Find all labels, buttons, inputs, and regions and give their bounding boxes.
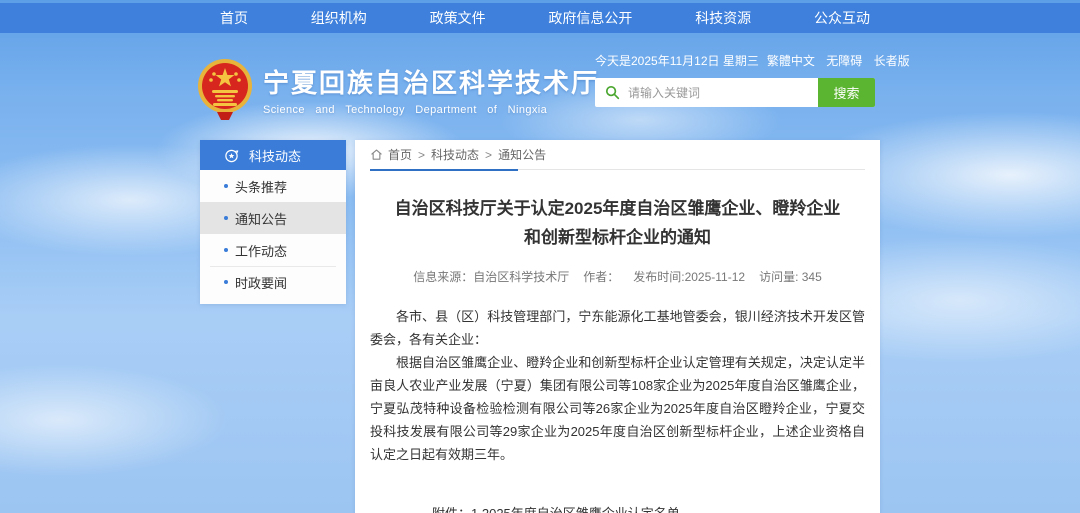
nav-item-public-interaction[interactable]: 公众互动 <box>804 8 880 28</box>
sidebar-item-headline-recommend[interactable]: 头条推荐 <box>200 170 346 202</box>
attachments-block: 附件： 1.2025年度自治区雏鹰企业认定名单 2.2025年度自治区瞪羚企业认… <box>432 502 865 513</box>
article-meta: 信息来源：自治区科学技术厅 作者： 发布时间:2025-11-12 访问量: 3… <box>370 268 865 285</box>
star-circle-icon <box>224 148 239 163</box>
breadcrumb: 首页 > 科技动态 > 通知公告 <box>370 140 865 170</box>
header-utilities: 今天是2025年11月12日 星期三 繁體中文 无障碍 长者版 搜索 <box>595 52 875 107</box>
sidebar-item-label: 通知公告 <box>235 209 287 228</box>
article-title-line1: 自治区科技厅关于认定2025年度自治区雏鹰企业、瞪羚企业 <box>395 199 841 218</box>
nav-item-organization[interactable]: 组织机构 <box>301 8 377 28</box>
top-navigation-bar: 首页 组织机构 政策文件 政府信息公开 科技资源 公众互动 <box>0 3 1080 33</box>
search-button[interactable]: 搜索 <box>818 78 875 107</box>
site-title: 宁夏回族自治区科学技术厅 <box>263 63 599 100</box>
nav-item-policy-documents[interactable]: 政策文件 <box>420 8 496 28</box>
sidebar-item-current-politics[interactable]: 时政要闻 <box>200 266 346 298</box>
breadcrumb-tech-news[interactable]: 科技动态 <box>431 146 479 163</box>
article-paragraph: 各市、县（区）科技管理部门，宁东能源化工基地管委会，银川经济技术开发区管委会，各… <box>370 305 865 351</box>
article-title-line2: 和创新型标杆企业的通知 <box>524 228 711 247</box>
search-input[interactable] <box>628 78 818 107</box>
meta-author: 作者： <box>583 268 619 285</box>
site-subtitle: Science and Technology Department of Nin… <box>263 104 599 116</box>
breadcrumb-separator: > <box>418 148 425 162</box>
national-emblem-logo <box>197 58 253 120</box>
search-icon <box>605 85 620 100</box>
nav-item-tech-resources[interactable]: 科技资源 <box>685 8 761 28</box>
link-traditional-chinese[interactable]: 繁體中文 <box>767 54 815 68</box>
nav-item-gov-info-disclosure[interactable]: 政府信息公开 <box>538 8 642 28</box>
sidebar-item-notices[interactable]: 通知公告 <box>200 202 346 234</box>
main-content-panel: 首页 > 科技动态 > 通知公告 自治区科技厅关于认定2025年度自治区雏鹰企业… <box>355 140 880 513</box>
link-accessibility[interactable]: 无障碍 <box>826 54 862 68</box>
meta-publish-time: 发布时间:2025-11-12 <box>633 268 745 285</box>
bullet-icon <box>224 248 228 252</box>
link-elder-version[interactable]: 长者版 <box>874 54 910 68</box>
nav-item-home[interactable]: 首页 <box>210 8 258 28</box>
attachment-link-eagle-list[interactable]: 1.2025年度自治区雏鹰企业认定名单 <box>471 502 719 513</box>
sidebar-item-label: 工作动态 <box>235 241 287 260</box>
article-title: 自治区科技厅关于认定2025年度自治区雏鹰企业、瞪羚企业 和创新型标杆企业的通知 <box>370 194 865 252</box>
breadcrumb-notices[interactable]: 通知公告 <box>498 146 546 163</box>
breadcrumb-home[interactable]: 首页 <box>388 146 412 163</box>
sidebar-item-label: 时政要闻 <box>235 273 287 292</box>
sidebar-title: 科技动态 <box>249 146 301 165</box>
sidebar-item-label: 头条推荐 <box>235 177 287 196</box>
bullet-icon <box>224 280 228 284</box>
sidebar-item-work-updates[interactable]: 工作动态 <box>200 234 346 266</box>
search-bar: 搜索 <box>595 78 875 107</box>
site-brand: 宁夏回族自治区科学技术厅 Science and Technology Depa… <box>197 58 599 120</box>
bullet-icon <box>224 184 228 188</box>
bullet-icon <box>224 216 228 220</box>
breadcrumb-separator: > <box>485 148 492 162</box>
home-icon <box>370 148 383 161</box>
meta-source: 信息来源：自治区科学技术厅 <box>413 268 569 285</box>
article-paragraph: 根据自治区雏鹰企业、瞪羚企业和创新型标杆企业认定管理有关规定，决定认定半亩良人农… <box>370 351 865 466</box>
article-body: 各市、县（区）科技管理部门，宁东能源化工基地管委会，银川经济技术开发区管委会，各… <box>370 305 865 466</box>
sidebar-header: 科技动态 <box>200 140 346 170</box>
current-date-text: 今天是2025年11月12日 星期三 <box>595 52 759 69</box>
sidebar-tech-news: 科技动态 头条推荐 通知公告 工作动态 时政要闻 <box>200 140 346 304</box>
attachments-label: 附件： <box>432 502 471 513</box>
meta-visit-count: 访问量: 345 <box>759 268 822 285</box>
